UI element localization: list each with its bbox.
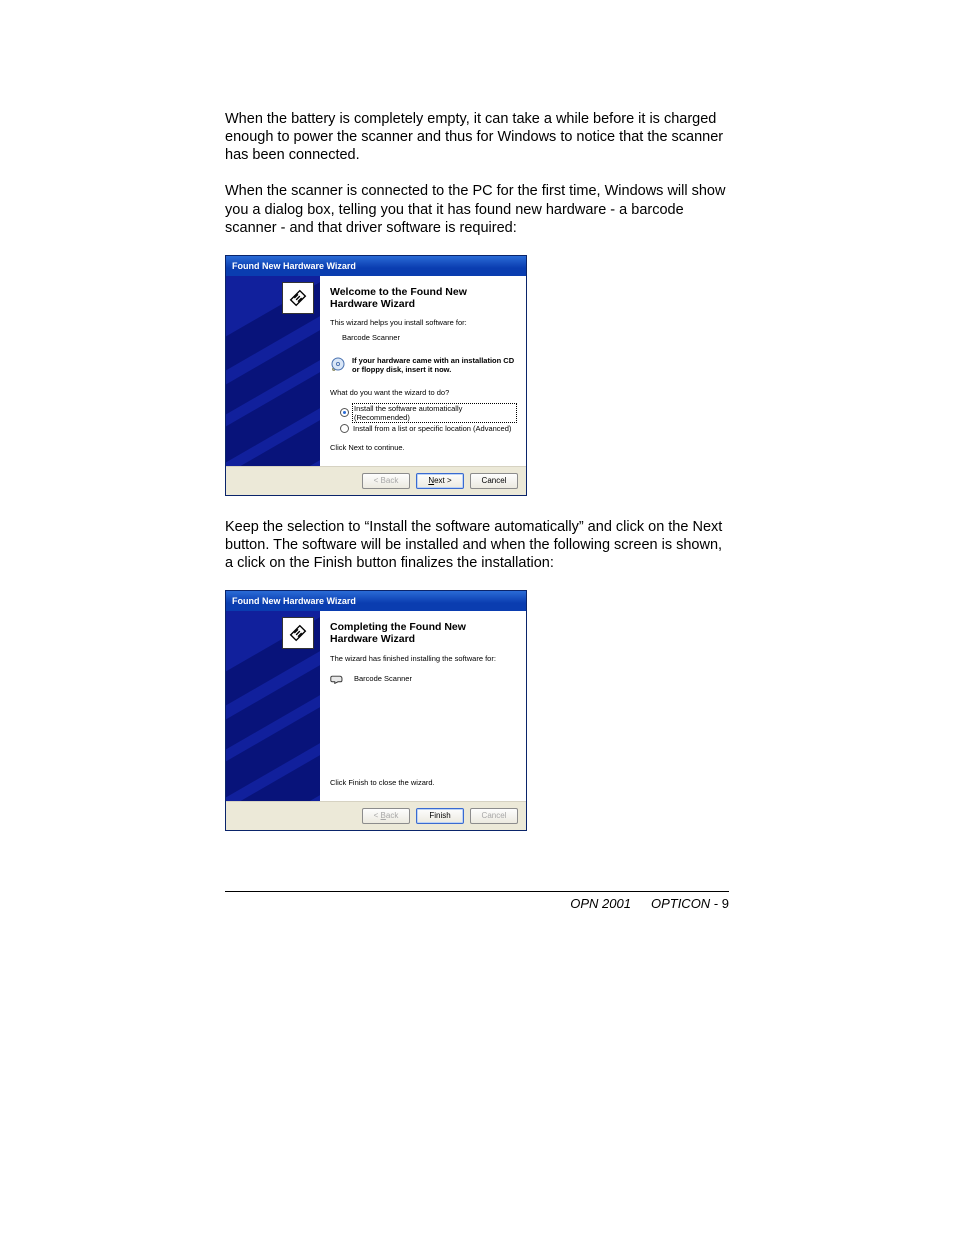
wizard-titlebar: Found New Hardware Wizard [226,256,526,276]
next-button[interactable]: Next > [416,473,464,489]
wizard-continue-text: Click Next to continue. [330,443,516,452]
wizard-sidebar-graphic [226,276,320,466]
wizard2-sidebar-graphic [226,611,320,801]
cancel-button-2: Cancel [470,808,518,824]
wizard-welcome-dialog: Found New Hardware Wizard Welcome to the… [225,255,527,496]
radio-selected-icon [340,408,349,417]
cd-icon [330,356,346,372]
back2-prefix: < [374,811,381,820]
wizard2-device-name: Barcode Scanner [354,674,412,683]
wizard-content: Welcome to the Found New Hardware Wizard… [320,276,526,466]
paragraph-keep-selection: Keep the selection to “Install the softw… [225,518,729,572]
wizard-options: Install the software automatically (Reco… [340,404,516,433]
wizard-complete-dialog: Found New Hardware Wizard Completing the… [225,590,527,831]
wizard2-content: Completing the Found New Hardware Wizard… [320,611,526,801]
barcode-scanner-icon [282,282,314,314]
wizard-intro-text: This wizard helps you install software f… [330,318,516,327]
footer-rule [225,891,729,892]
back2-rest: ack [386,811,398,820]
handheld-scanner-icon [330,673,346,685]
next-button-rest: ext > [434,476,452,485]
back-button-2: < Back [362,808,410,824]
radio-install-auto[interactable]: Install the software automatically (Reco… [340,404,516,422]
wizard-button-bar: < Back Next > Cancel [226,466,526,495]
wizard-hint: If your hardware came with an installati… [330,356,516,374]
paragraph-first-connect: When the scanner is connected to the PC … [225,182,729,236]
wizard-hint-text: If your hardware came with an installati… [352,356,516,374]
wizard2-device: Barcode Scanner [330,673,516,685]
finish-button[interactable]: Finish [416,808,464,824]
radio-label-auto: Install the software automatically (Reco… [353,404,516,422]
wizard2-intro-text: The wizard has finished installing the s… [330,654,516,663]
wizard-heading: Welcome to the Found New Hardware Wizard [330,286,516,310]
radio-unselected-icon [340,424,349,433]
footer-brand: OPTICON - 9 [651,896,729,911]
wizard-question: What do you want the wizard to do? [330,388,516,397]
wizard-device-name: Barcode Scanner [342,333,516,342]
cancel-button[interactable]: Cancel [470,473,518,489]
footer-model: OPN 2001 [570,896,631,911]
footer-page-number: 9 [722,896,729,911]
wizard2-button-bar: < Back Finish Cancel [226,801,526,830]
back-button: < Back [362,473,410,489]
radio-install-list[interactable]: Install from a list or specific location… [340,424,516,433]
wizard2-heading: Completing the Found New Hardware Wizard [330,621,516,645]
wizard2-closing: Click Finish to close the wizard. [330,778,516,787]
footer-brand-text: OPTICON [651,896,710,911]
wizard-body: Welcome to the Found New Hardware Wizard… [226,276,526,466]
radio-label-list: Install from a list or specific location… [353,424,511,433]
page-footer: OPN 2001 OPTICON - 9 [225,896,729,911]
paragraph-battery: When the battery is completely empty, it… [225,110,729,164]
document-page: When the battery is completely empty, it… [0,0,954,1235]
wizard2-body: Completing the Found New Hardware Wizard… [226,611,526,801]
barcode-scanner-icon [282,617,314,649]
wizard2-titlebar: Found New Hardware Wizard [226,591,526,611]
